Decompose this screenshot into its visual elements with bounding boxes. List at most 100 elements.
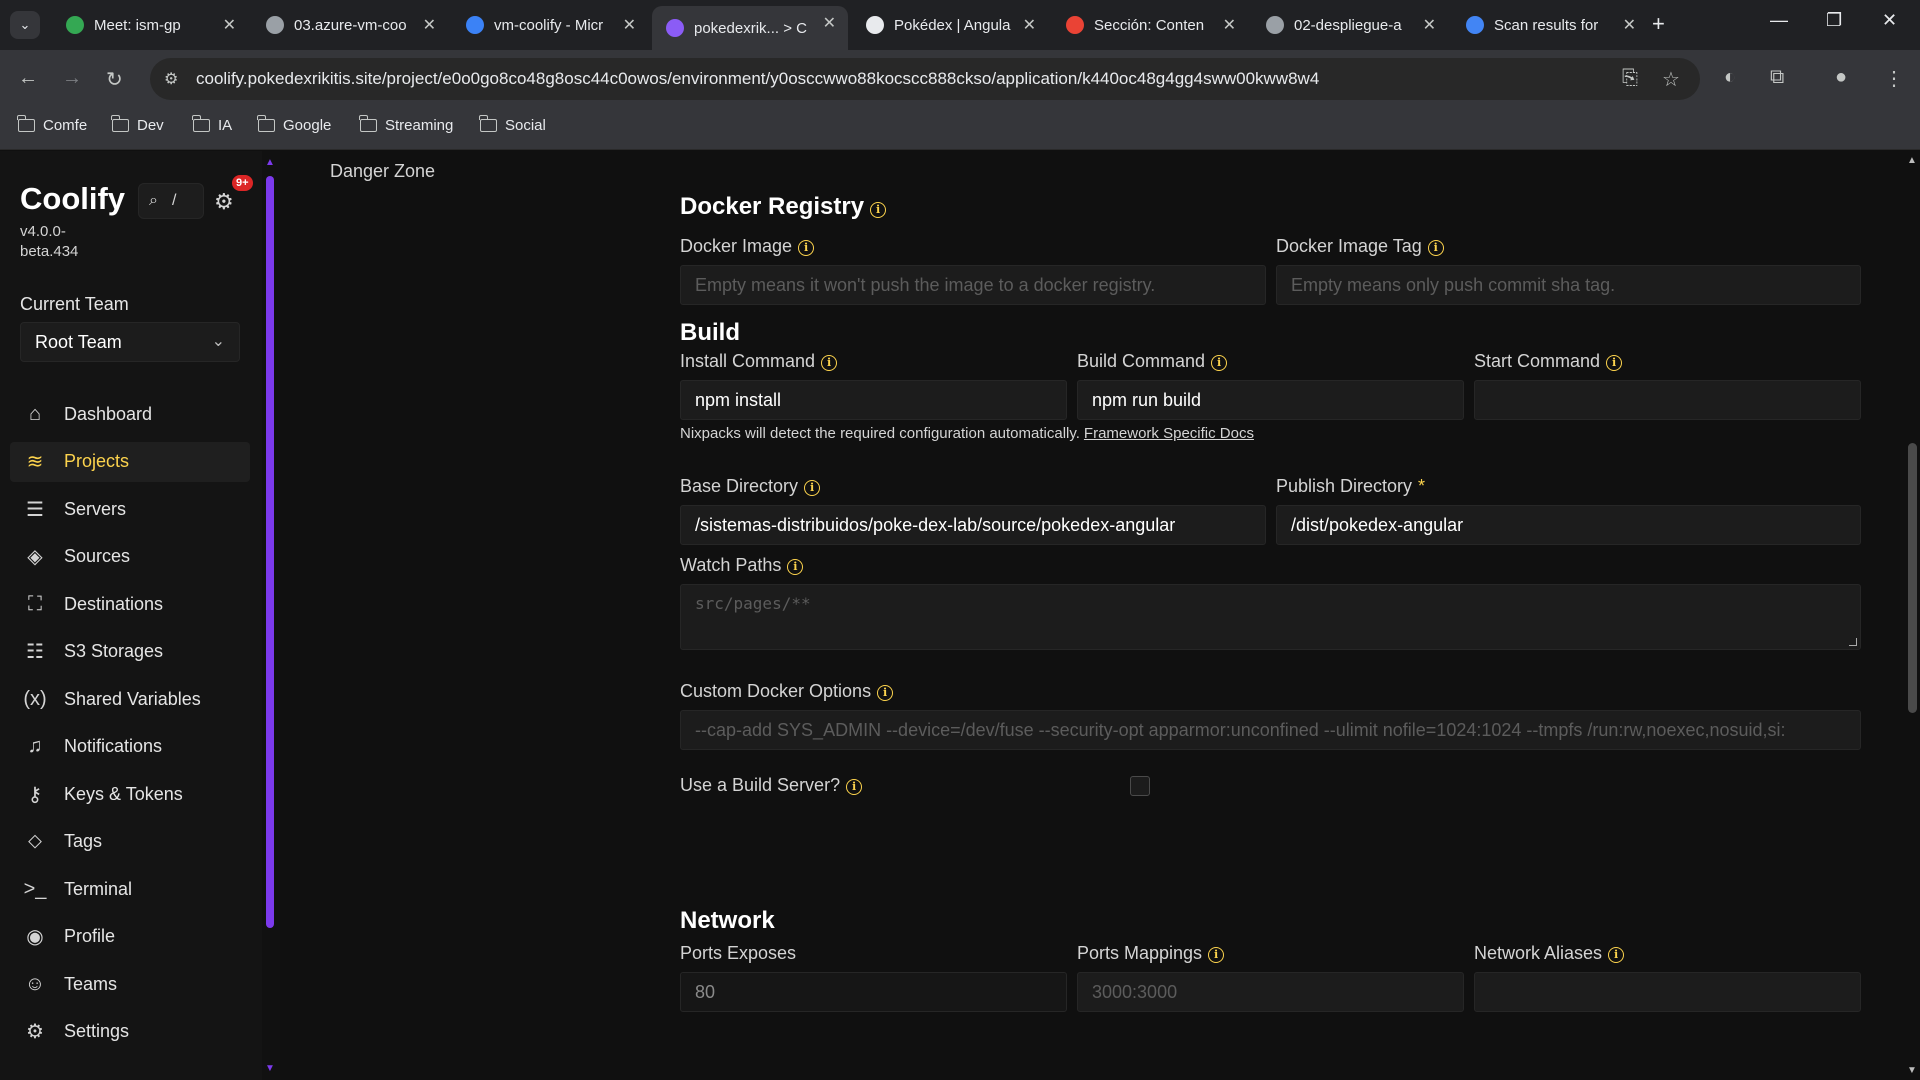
sidebar-item-destinations[interactable]: ⛶ Destinations (10, 584, 250, 624)
site-info-icon[interactable]: ⚙ (164, 69, 178, 89)
start-command-input[interactable] (1474, 380, 1861, 420)
coolify-icon (666, 19, 684, 37)
info-icon[interactable]: i (1427, 240, 1444, 256)
sidebar-item-profile[interactable]: ◉ Profile (10, 917, 250, 957)
bookmark-folder[interactable]: Google (257, 115, 331, 134)
resize-handle[interactable] (1849, 638, 1857, 646)
profile-avatar-icon[interactable]: ● (1835, 66, 1847, 89)
sidebar-item-terminal[interactable]: >_ Terminal (10, 869, 250, 909)
watch-paths-textarea[interactable]: src/pages/** (680, 584, 1861, 650)
info-icon[interactable]: i (1608, 947, 1625, 963)
brand-logo[interactable]: Coolify (20, 181, 125, 217)
page-scroll-thumb[interactable] (1908, 443, 1917, 713)
close-tab-icon[interactable]: ✕ (1023, 15, 1036, 35)
sidebar-item-notifications[interactable]: ♫ Notifications (10, 727, 250, 767)
close-tab-icon[interactable]: ✕ (1223, 15, 1236, 35)
restore-button[interactable]: ❐ (1826, 10, 1842, 31)
info-icon[interactable]: i (804, 480, 821, 496)
sidebar-item-label: Keys & Tokens (64, 783, 183, 804)
sidebar-item-dashboard[interactable]: ⌂ Dashboard (10, 394, 250, 434)
info-icon[interactable]: i (1211, 355, 1228, 371)
bookmark-folder[interactable]: IA (192, 115, 232, 134)
sidebar-scrollbar[interactable]: ▲ ▼ (262, 151, 280, 1080)
tab-search-button[interactable]: ⌄ (10, 11, 40, 39)
browser-tab[interactable]: 02-despliegue-a ✕ (1252, 8, 1448, 42)
build-command-input[interactable]: npm run build (1077, 380, 1464, 420)
sidebar-item-servers[interactable]: ☰ Servers (10, 489, 250, 529)
sidebar-item-tags[interactable]: ⬦ Tags (10, 822, 250, 862)
sidebar-item-keys-tokens[interactable]: ⚷ Keys & Tokens (10, 774, 250, 814)
address-bar[interactable]: ⚙ coolify.pokedexrikitis.site/project/e0… (150, 58, 1700, 100)
browser-tab[interactable]: pokedexrik... > C ✕ (652, 6, 848, 50)
custom-docker-options-input[interactable]: --cap-add SYS_ADMIN --device=/dev/fuse -… (680, 710, 1861, 750)
browser-menu-icon[interactable]: ⋮ (1884, 66, 1904, 91)
new-tab-button[interactable]: + (1652, 11, 1665, 37)
close-tab-icon[interactable]: ✕ (823, 13, 836, 33)
ports-mappings-input[interactable]: 3000:3000 (1077, 972, 1464, 1012)
page-scrollbar[interactable]: ▲ ▼ (1905, 151, 1920, 1080)
info-icon[interactable]: i (1208, 947, 1225, 963)
minimize-button[interactable]: — (1770, 10, 1788, 31)
browser-tab[interactable]: 03.azure-vm-coo ✕ (252, 8, 448, 42)
info-icon[interactable]: i (870, 202, 887, 218)
bookmark-folder[interactable]: Comfe (17, 115, 87, 134)
tab-title: vm-coolify - Micr (494, 16, 604, 34)
url-text[interactable]: coolify.pokedexrikitis.site/project/e0o0… (196, 69, 1319, 89)
browser-tab[interactable]: Sección: Conten ✕ (1052, 8, 1248, 42)
tab-title: Sección: Conten (1094, 16, 1205, 34)
sidebar-item-s3-storages[interactable]: ☷ S3 Storages (10, 632, 250, 672)
close-tab-icon[interactable]: ✕ (423, 15, 436, 35)
sidebar-item-settings[interactable]: ⚙ Settings (10, 1012, 250, 1052)
close-tab-icon[interactable]: ✕ (1423, 15, 1436, 35)
tab-title: Pokédex | Angula (894, 16, 1011, 34)
scroll-down-arrow[interactable]: ▼ (265, 1063, 275, 1074)
browser-tab[interactable]: Pokédex | Angula ✕ (852, 8, 1048, 42)
browser-tab[interactable]: Scan results for ✕ (1452, 8, 1648, 42)
base-directory-input[interactable]: /sistemas-distribuidos/poke-dex-lab/sour… (680, 505, 1266, 545)
reload-button[interactable]: ↻ (106, 67, 123, 92)
close-window-button[interactable]: ✕ (1882, 10, 1897, 31)
scroll-up-arrow[interactable]: ▲ (1907, 155, 1917, 166)
info-icon[interactable]: i (877, 685, 894, 701)
ports-exposes-input[interactable]: 80 (680, 972, 1067, 1012)
extension-icon[interactable]: ◐ (1724, 66, 1736, 89)
info-icon[interactable]: i (821, 355, 838, 371)
ports-exposes-label: Ports Exposes (680, 943, 797, 963)
scroll-up-arrow[interactable]: ▲ (265, 157, 275, 168)
danger-zone-link[interactable]: Danger Zone (330, 161, 435, 182)
bookmark-folder[interactable]: Social (479, 115, 546, 134)
search-button[interactable]: ⌕ / (138, 183, 204, 219)
publish-directory-input[interactable]: /dist/pokedex-angular (1276, 505, 1861, 545)
info-icon[interactable]: i (846, 779, 863, 795)
info-icon[interactable]: i (787, 559, 804, 575)
bookmark-star-icon[interactable]: ☆ (1662, 67, 1680, 92)
translate-icon[interactable]: ⎘ (1622, 67, 1638, 90)
team-select[interactable]: Root Team ⌄ (20, 322, 240, 362)
info-icon[interactable]: i (1606, 355, 1623, 371)
install-command-input[interactable]: npm install (680, 380, 1067, 420)
tag-icon: ⬦ (28, 830, 42, 852)
close-tab-icon[interactable]: ✕ (223, 15, 236, 35)
browser-tab[interactable]: Meet: ism-gp ✕ (52, 8, 248, 42)
framework-docs-link[interactable]: Framework Specific Docs (1084, 425, 1254, 442)
close-tab-icon[interactable]: ✕ (1623, 15, 1636, 35)
sidebar-item-projects[interactable]: ≋ Projects (10, 441, 250, 482)
browser-tab[interactable]: vm-coolify - Micr ✕ (452, 8, 648, 42)
extensions-puzzle-icon[interactable]: ⧉ (1770, 66, 1784, 89)
forward-button[interactable]: → (62, 67, 82, 90)
docker-image-tag-input[interactable]: Empty means only push commit sha tag. (1276, 265, 1861, 305)
close-tab-icon[interactable]: ✕ (623, 15, 636, 35)
settings-gear-icon[interactable]: ⚙ (214, 189, 234, 215)
sidebar-item-shared-variables[interactable]: (x) Shared Variables (10, 679, 250, 719)
bookmark-folder[interactable]: Streaming (359, 115, 453, 134)
sidebar-item-teams[interactable]: ☺ Teams (10, 964, 250, 1004)
bookmark-folder[interactable]: Dev (111, 115, 164, 134)
network-aliases-input[interactable] (1474, 972, 1861, 1012)
info-icon[interactable]: i (798, 240, 815, 256)
sidebar-scroll-thumb[interactable] (266, 176, 274, 928)
sidebar-item-sources[interactable]: ◈ Sources (10, 537, 250, 577)
build-server-checkbox[interactable] (1130, 776, 1150, 796)
back-button[interactable]: ← (18, 67, 38, 90)
scroll-down-arrow[interactable]: ▼ (1907, 1065, 1917, 1076)
docker-image-input[interactable]: Empty means it won't push the image to a… (680, 265, 1266, 305)
